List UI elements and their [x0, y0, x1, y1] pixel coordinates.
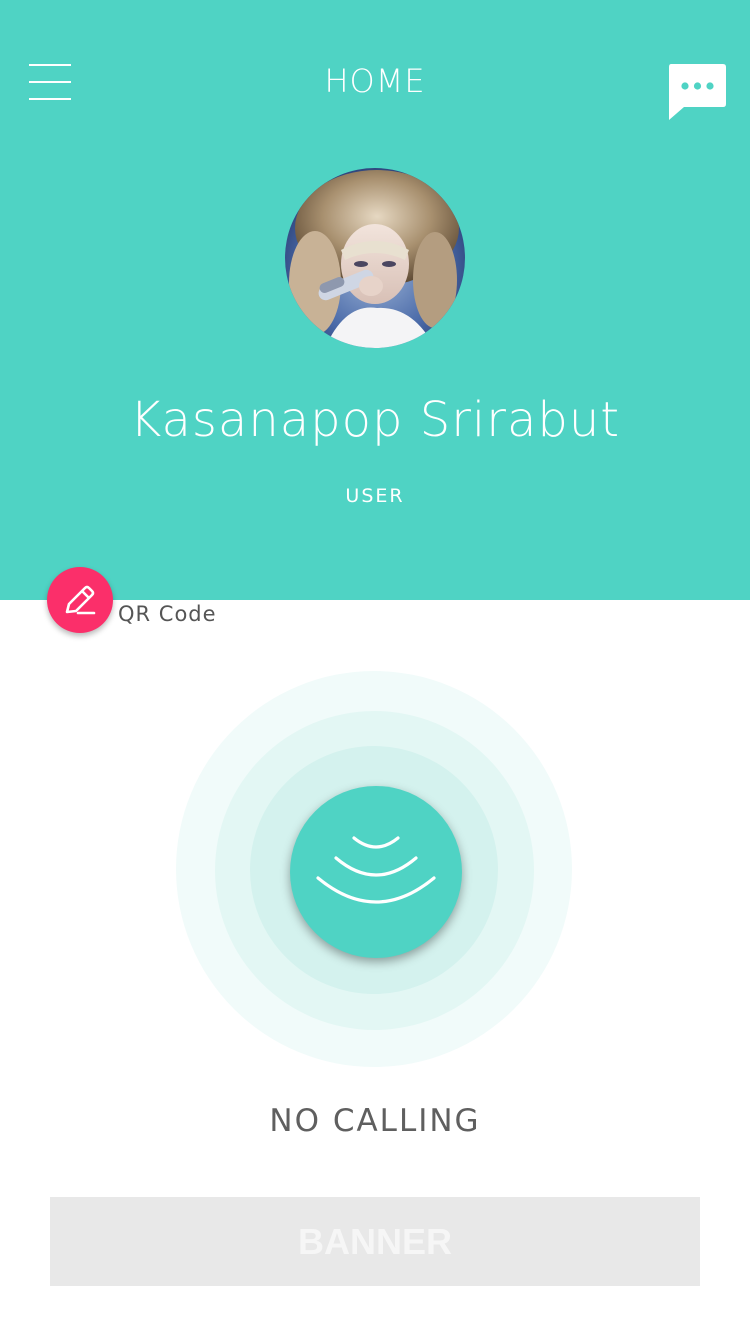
- call-status-text: NO CALLING: [269, 1103, 481, 1139]
- signal-waves-icon: [316, 836, 436, 904]
- chat-bubble-icon: [669, 64, 726, 120]
- qr-edit-button[interactable]: [47, 567, 113, 633]
- avatar[interactable]: [285, 168, 465, 348]
- call-button[interactable]: [290, 786, 462, 958]
- pencil-icon: [65, 585, 96, 615]
- chat-button[interactable]: [668, 64, 726, 122]
- banner-label: BANNER: [297, 1221, 452, 1262]
- user-role: USER: [345, 485, 405, 507]
- user-name: Kasanapop Srirabut: [129, 392, 621, 448]
- header: HOME Kasanapop Srirabut USER: [0, 0, 750, 600]
- qr-code-label: QR Code: [118, 602, 217, 626]
- page-title: HOME: [324, 62, 426, 100]
- user-avatar-photo: [285, 168, 465, 348]
- banner[interactable]: BANNER: [50, 1197, 700, 1286]
